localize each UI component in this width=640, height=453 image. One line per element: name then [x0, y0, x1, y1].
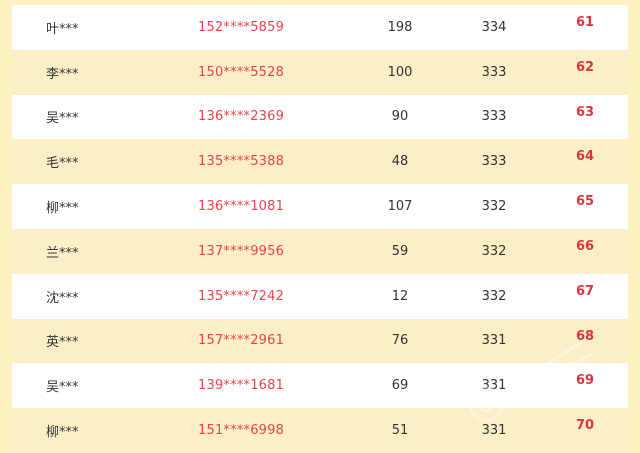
- rank-number: 68: [575, 328, 595, 344]
- user-name: 沈***: [46, 290, 79, 306]
- rank-number: 61: [575, 15, 595, 30]
- stat-a: 59: [391, 243, 409, 259]
- stat-a: 51: [391, 423, 409, 439]
- stat-b: 333: [481, 109, 507, 125]
- table-row: 英*** 157****2961 76 331 68: [12, 318, 628, 364]
- rank-number: 63: [575, 104, 595, 120]
- table-row: 兰*** 137****9956 59 332 66: [12, 228, 628, 274]
- rank-number: 62: [575, 59, 595, 75]
- stat-a: 90: [391, 109, 409, 125]
- stat-b: 334: [481, 19, 507, 35]
- user-phone: 152****5859: [198, 19, 285, 35]
- rank-number: 67: [575, 283, 595, 299]
- user-phone: 135****5388: [198, 154, 285, 170]
- table-row: 沈*** 135****7242 12 332 67: [12, 273, 628, 319]
- stat-a: 198: [387, 19, 413, 35]
- table-row: 柳*** 136****1081 107 332 65: [12, 184, 628, 229]
- user-name: 英***: [46, 335, 79, 351]
- user-phone: 150****5528: [198, 64, 285, 80]
- stat-a: 12: [391, 288, 409, 304]
- user-name: 柳***: [46, 425, 79, 441]
- user-phone: 137****9956: [198, 243, 285, 259]
- rank-number: 69: [575, 373, 595, 389]
- leaderboard-panel: 叶*** 152****5859 198 334 61 李*** 150****…: [0, 0, 640, 453]
- table-row: 吴*** 139****1681 69 331 69: [12, 363, 628, 409]
- user-phone: 135****7242: [198, 288, 285, 304]
- user-name: 吴***: [46, 111, 79, 127]
- stat-b: 332: [481, 243, 507, 259]
- stat-b: 332: [481, 199, 507, 215]
- table-row: 李*** 150****5528 100 333 62: [12, 49, 628, 95]
- table-row: 毛*** 135****5388 48 333 64: [12, 139, 628, 185]
- stat-b: 331: [481, 423, 507, 439]
- user-phone: 157****2961: [198, 333, 285, 349]
- stat-a: 76: [391, 333, 409, 349]
- user-name: 吴***: [46, 380, 79, 396]
- rank-number: 65: [575, 194, 595, 210]
- rank-number: 70: [575, 418, 595, 434]
- table-row: 柳*** 151****6998 51 331 70: [12, 408, 628, 453]
- stat-a: 69: [391, 378, 409, 394]
- user-name: 李***: [46, 66, 79, 82]
- stat-b: 331: [481, 378, 507, 394]
- stat-b: 331: [481, 333, 507, 349]
- rank-number: 64: [575, 149, 595, 165]
- user-name: 兰***: [46, 245, 79, 261]
- user-phone: 136****1081: [198, 199, 285, 215]
- user-phone: 139****1681: [198, 378, 285, 394]
- ranking-table: 叶*** 152****5859 198 334 61 李*** 150****…: [12, 5, 628, 453]
- stat-b: 333: [481, 154, 507, 170]
- stat-a: 107: [387, 199, 413, 215]
- table-row: 吴*** 136****2369 90 333 63: [12, 94, 628, 140]
- stat-a: 48: [391, 154, 409, 170]
- user-name: 叶***: [46, 21, 79, 37]
- stat-a: 100: [387, 64, 413, 80]
- user-name: 柳***: [46, 201, 79, 217]
- user-name: 毛***: [46, 156, 79, 172]
- rank-number: 66: [575, 238, 595, 254]
- user-phone: 151****6998: [198, 423, 285, 439]
- stat-b: 333: [481, 64, 507, 80]
- table-row: 叶*** 152****5859 198 334 61: [12, 5, 628, 50]
- user-phone: 136****2369: [198, 109, 285, 125]
- stat-b: 332: [481, 288, 507, 304]
